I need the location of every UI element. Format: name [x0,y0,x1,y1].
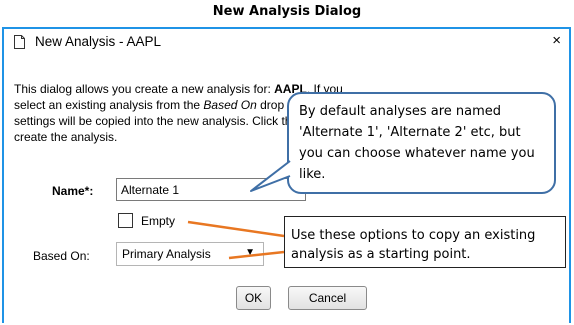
empty-label[interactable]: Empty [141,214,175,228]
dialog-titlebar: New Analysis - AAPL × [4,29,569,55]
intro-based-on: Based On [203,98,257,112]
dropdown-arrow-icon: ▼ [245,247,255,258]
figure-caption: New Analysis Dialog [212,4,362,19]
based-on-value: Primary Analysis [122,247,211,261]
document-icon [14,35,25,49]
intro-text-part: This dialog allows you create a new anal… [14,82,275,96]
naming-callout: By default analyses are named 'Alternate… [287,92,556,194]
dialog-title: New Analysis - AAPL [35,34,162,49]
name-input[interactable] [116,178,306,201]
options-callout: Use these options to copy an existing an… [284,216,566,268]
ok-button[interactable]: OK [236,286,271,310]
based-on-select[interactable]: Primary Analysis ▼ [116,242,264,266]
cancel-button[interactable]: Cancel [288,286,367,310]
name-label: Name*: [52,184,94,198]
based-on-label: Based On: [33,249,90,263]
empty-checkbox[interactable] [118,213,133,228]
close-icon[interactable]: × [552,32,561,49]
